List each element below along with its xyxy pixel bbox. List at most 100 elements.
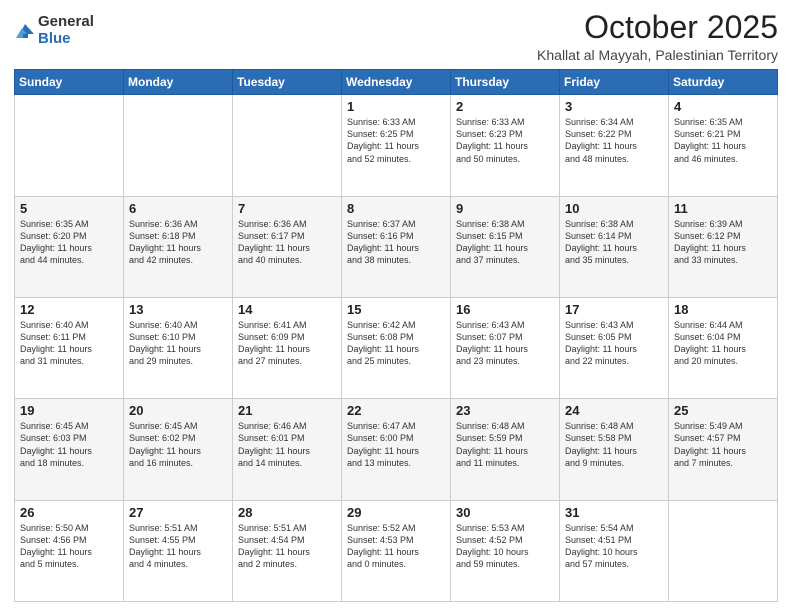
day-info: Sunrise: 6:41 AM Sunset: 6:09 PM Dayligh…: [238, 319, 336, 368]
logo-blue: Blue: [38, 31, 94, 48]
day-number: 2: [456, 99, 554, 114]
day-info: Sunrise: 6:48 AM Sunset: 5:59 PM Dayligh…: [456, 420, 554, 469]
day-number: 15: [347, 302, 445, 317]
day-info: Sunrise: 6:40 AM Sunset: 6:10 PM Dayligh…: [129, 319, 227, 368]
day-info: Sunrise: 6:42 AM Sunset: 6:08 PM Dayligh…: [347, 319, 445, 368]
day-info: Sunrise: 6:39 AM Sunset: 6:12 PM Dayligh…: [674, 218, 772, 267]
day-number: 23: [456, 403, 554, 418]
calendar-header-saturday: Saturday: [669, 70, 778, 95]
calendar-cell: 12Sunrise: 6:40 AM Sunset: 6:11 PM Dayli…: [15, 297, 124, 398]
calendar-header-sunday: Sunday: [15, 70, 124, 95]
day-number: 30: [456, 505, 554, 520]
day-number: 25: [674, 403, 772, 418]
calendar-header-tuesday: Tuesday: [233, 70, 342, 95]
day-number: 26: [20, 505, 118, 520]
day-number: 5: [20, 201, 118, 216]
day-number: 28: [238, 505, 336, 520]
calendar-table: SundayMondayTuesdayWednesdayThursdayFrid…: [14, 69, 778, 602]
calendar-cell: [15, 95, 124, 196]
day-info: Sunrise: 6:38 AM Sunset: 6:14 PM Dayligh…: [565, 218, 663, 267]
day-number: 9: [456, 201, 554, 216]
logo: General Blue: [14, 14, 94, 47]
day-info: Sunrise: 5:51 AM Sunset: 4:54 PM Dayligh…: [238, 522, 336, 571]
calendar-cell: [124, 95, 233, 196]
day-info: Sunrise: 6:45 AM Sunset: 6:02 PM Dayligh…: [129, 420, 227, 469]
calendar-cell: 23 Sunrise: 6:48 AM Sunset: 5:59 PM Dayli…: [451, 399, 560, 500]
calendar-cell: 2 Sunrise: 6:33 AM Sunset: 6:23 PM Daylig…: [451, 95, 560, 196]
day-info: Sunrise: 6:47 AM Sunset: 6:00 PM Dayligh…: [347, 420, 445, 469]
day-info: Sunrise: 6:37 AM Sunset: 6:16 PM Dayligh…: [347, 218, 445, 267]
day-info: Sunrise: 5:53 AM Sunset: 4:52 PM Dayligh…: [456, 522, 554, 571]
day-number: 6: [129, 201, 227, 216]
calendar-header-monday: Monday: [124, 70, 233, 95]
calendar-cell: 22 Sunrise: 6:47 AM Sunset: 6:00 PM Dayli…: [342, 399, 451, 500]
calendar-cell: 7Sunrise: 6:36 AM Sunset: 6:17 PM Daylig…: [233, 196, 342, 297]
day-number: 1: [347, 99, 445, 114]
day-number: 21: [238, 403, 336, 418]
day-number: 8: [347, 201, 445, 216]
day-info: Sunrise: 6:38 AM Sunset: 6:15 PM Dayligh…: [456, 218, 554, 267]
day-number: 16: [456, 302, 554, 317]
calendar-cell: 5 Sunrise: 6:35 AM Sunset: 6:20 PM Daylig…: [15, 196, 124, 297]
day-info: Sunrise: 5:54 AM Sunset: 4:51 PM Dayligh…: [565, 522, 663, 571]
day-info: Sunrise: 6:33 AM Sunset: 6:25 PM Dayligh…: [347, 116, 445, 165]
day-info: Sunrise: 6:43 AM Sunset: 6:05 PM Dayligh…: [565, 319, 663, 368]
calendar-cell: 28 Sunrise: 5:51 AM Sunset: 4:54 PM Dayli…: [233, 500, 342, 601]
day-number: 13: [129, 302, 227, 317]
calendar-cell: 15 Sunrise: 6:42 AM Sunset: 6:08 PM Dayli…: [342, 297, 451, 398]
calendar-cell: 10 Sunrise: 6:38 AM Sunset: 6:14 PM Dayli…: [560, 196, 669, 297]
calendar-cell: 3 Sunrise: 6:34 AM Sunset: 6:22 PM Daylig…: [560, 95, 669, 196]
day-number: 10: [565, 201, 663, 216]
calendar-cell: 19Sunrise: 6:45 AM Sunset: 6:03 PM Dayli…: [15, 399, 124, 500]
day-number: 3: [565, 99, 663, 114]
day-number: 4: [674, 99, 772, 114]
calendar-week-5: 26 Sunrise: 5:50 AM Sunset: 4:56 PM Dayli…: [15, 500, 778, 601]
day-number: 11: [674, 201, 772, 216]
calendar-week-2: 5 Sunrise: 6:35 AM Sunset: 6:20 PM Daylig…: [15, 196, 778, 297]
calendar-cell: 8 Sunrise: 6:37 AM Sunset: 6:16 PM Daylig…: [342, 196, 451, 297]
day-number: 20: [129, 403, 227, 418]
day-info: Sunrise: 6:36 AM Sunset: 6:18 PM Dayligh…: [129, 218, 227, 267]
header: General Blue October 2025 Khallat al May…: [14, 10, 778, 63]
calendar-cell: 9 Sunrise: 6:38 AM Sunset: 6:15 PM Daylig…: [451, 196, 560, 297]
day-info: Sunrise: 6:33 AM Sunset: 6:23 PM Dayligh…: [456, 116, 554, 165]
day-number: 24: [565, 403, 663, 418]
calendar-header-wednesday: Wednesday: [342, 70, 451, 95]
logo-icon: [14, 20, 36, 42]
calendar-week-3: 12Sunrise: 6:40 AM Sunset: 6:11 PM Dayli…: [15, 297, 778, 398]
location-title: Khallat al Mayyah, Palestinian Territory: [537, 47, 778, 63]
calendar-cell: 26 Sunrise: 5:50 AM Sunset: 4:56 PM Dayli…: [15, 500, 124, 601]
calendar-cell: [233, 95, 342, 196]
calendar-cell: 20 Sunrise: 6:45 AM Sunset: 6:02 PM Dayli…: [124, 399, 233, 500]
calendar-cell: 1 Sunrise: 6:33 AM Sunset: 6:25 PM Daylig…: [342, 95, 451, 196]
calendar-header-friday: Friday: [560, 70, 669, 95]
calendar-cell: 29Sunrise: 5:52 AM Sunset: 4:53 PM Dayli…: [342, 500, 451, 601]
calendar-cell: 6 Sunrise: 6:36 AM Sunset: 6:18 PM Daylig…: [124, 196, 233, 297]
day-info: Sunrise: 6:48 AM Sunset: 5:58 PM Dayligh…: [565, 420, 663, 469]
day-info: Sunrise: 5:50 AM Sunset: 4:56 PM Dayligh…: [20, 522, 118, 571]
calendar-cell: 27Sunrise: 5:51 AM Sunset: 4:55 PM Dayli…: [124, 500, 233, 601]
day-info: Sunrise: 6:34 AM Sunset: 6:22 PM Dayligh…: [565, 116, 663, 165]
calendar-cell: 14 Sunrise: 6:41 AM Sunset: 6:09 PM Dayli…: [233, 297, 342, 398]
day-info: Sunrise: 6:35 AM Sunset: 6:20 PM Dayligh…: [20, 218, 118, 267]
calendar-cell: 25 Sunrise: 5:49 AM Sunset: 4:57 PM Dayli…: [669, 399, 778, 500]
day-number: 22: [347, 403, 445, 418]
day-number: 29: [347, 505, 445, 520]
day-number: 31: [565, 505, 663, 520]
title-section: October 2025 Khallat al Mayyah, Palestin…: [537, 10, 778, 63]
day-number: 14: [238, 302, 336, 317]
calendar-cell: 11 Sunrise: 6:39 AM Sunset: 6:12 PM Dayli…: [669, 196, 778, 297]
day-info: Sunrise: 5:49 AM Sunset: 4:57 PM Dayligh…: [674, 420, 772, 469]
day-info: Sunrise: 6:36 AM Sunset: 6:17 PM Dayligh…: [238, 218, 336, 267]
calendar-cell: 13 Sunrise: 6:40 AM Sunset: 6:10 PM Dayli…: [124, 297, 233, 398]
calendar-header-thursday: Thursday: [451, 70, 560, 95]
calendar-cell: 21Sunrise: 6:46 AM Sunset: 6:01 PM Dayli…: [233, 399, 342, 500]
calendar-cell: 4 Sunrise: 6:35 AM Sunset: 6:21 PM Daylig…: [669, 95, 778, 196]
page: General Blue October 2025 Khallat al May…: [0, 0, 792, 612]
calendar-cell: [669, 500, 778, 601]
calendar-cell: 30 Sunrise: 5:53 AM Sunset: 4:52 PM Dayli…: [451, 500, 560, 601]
calendar-cell: 31 Sunrise: 5:54 AM Sunset: 4:51 PM Dayli…: [560, 500, 669, 601]
day-info: Sunrise: 5:51 AM Sunset: 4:55 PM Dayligh…: [129, 522, 227, 571]
day-info: Sunrise: 6:35 AM Sunset: 6:21 PM Dayligh…: [674, 116, 772, 165]
month-title: October 2025: [537, 10, 778, 45]
